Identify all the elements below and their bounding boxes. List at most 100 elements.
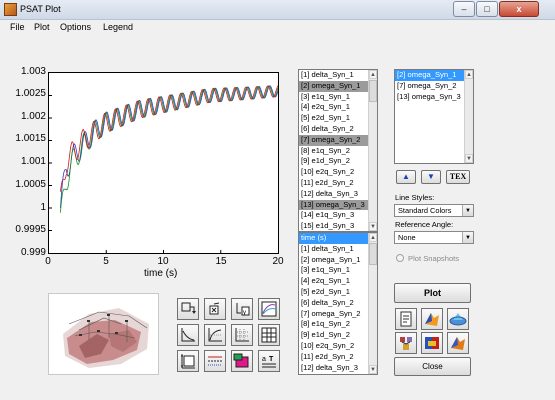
selected-listbox[interactable]: [2] omega_Syn_1 [7] omega_Syn_2 [13] omega… <box>394 69 474 164</box>
variable-list-item[interactable]: [10] e2q_Syn_2 <box>299 167 377 178</box>
variable-list-item[interactable]: [15] e1d_Syn_3 <box>299 221 377 231</box>
variable-list-item[interactable]: [3] e1q_Syn_1 <box>299 92 377 103</box>
window-title: PSAT Plot <box>20 4 61 14</box>
variables-listbox[interactable]: [1] delta_Syn_1 [2] omega_Syn_1 [3] e1q_Sy… <box>298 69 378 232</box>
scroll-up-arrow[interactable]: ▲ <box>465 70 473 79</box>
x-tick-label: 15 <box>215 256 227 267</box>
zoom-out-button[interactable] <box>204 298 226 320</box>
scroll-down-arrow[interactable]: ▼ <box>465 154 473 163</box>
network-thumbnail <box>48 293 159 375</box>
scroll-up-arrow[interactable]: ▲ <box>369 70 377 79</box>
close-button[interactable]: Close <box>394 357 471 376</box>
matlab-surface-button[interactable] <box>421 308 443 330</box>
menu-legend[interactable]: Legend <box>103 22 133 32</box>
scroll-down-arrow[interactable]: ▼ <box>369 365 377 374</box>
axis-limits-button[interactable] <box>177 350 199 372</box>
matlab-button[interactable] <box>447 332 469 354</box>
variable-list-item[interactable]: [11] e2d_Syn_2 <box>299 178 377 189</box>
x-axis-list-item[interactable]: [11] e2d_Syn_2 <box>299 352 377 363</box>
variable-list-item[interactable]: [14] e1q_Syn_3 <box>299 210 377 221</box>
legend-icon <box>261 301 277 317</box>
grid-button[interactable] <box>231 324 253 346</box>
selected-list-item[interactable]: [2] omega_Syn_1 <box>395 70 473 81</box>
minimize-button[interactable]: – <box>453 1 475 17</box>
zoom-in-button[interactable] <box>177 298 199 320</box>
x-tick-label: 20 <box>272 256 284 267</box>
axes-log-button[interactable] <box>204 324 226 346</box>
scroll-up-arrow[interactable]: ▲ <box>369 233 377 242</box>
scroll-down-arrow[interactable]: ▼ <box>369 222 377 231</box>
x-axis-list-item[interactable]: [3] e1q_Syn_1 <box>299 265 377 276</box>
title-bar: PSAT Plot – □ x <box>0 0 555 20</box>
x-axis-listbox[interactable]: time (s) [1] delta_Syn_1 [2] omega_Syn_1 [3… <box>298 232 378 375</box>
x-axis-list-item[interactable]: [9] e1d_Syn_2 <box>299 330 377 341</box>
x-tick-label: 5 <box>103 256 109 267</box>
axes-equal-button[interactable] <box>177 324 199 346</box>
network-icon <box>400 337 412 350</box>
terrain-image <box>49 294 158 374</box>
variable-list-item[interactable]: [8] e1q_Syn_2 <box>299 146 377 157</box>
x-axis-list-item[interactable]: [13] omega_Syn_3 <box>299 373 377 374</box>
variable-list-item[interactable]: [1] delta_Syn_1 <box>299 70 377 81</box>
menu-plot[interactable]: Plot <box>34 22 50 32</box>
variable-list-item[interactable]: [6] delta_Syn_2 <box>299 124 377 135</box>
grid-box-button[interactable] <box>258 324 280 346</box>
x-axis-list-item[interactable]: [5] e2d_Syn_1 <box>299 287 377 298</box>
variable-list-item[interactable]: [5] e2d_Syn_1 <box>299 113 377 124</box>
x-axis-list-item[interactable]: [4] e2q_Syn_1 <box>299 276 377 287</box>
variable-list-item[interactable]: [2] omega_Syn_1 <box>299 80 377 92</box>
x-tick-label: 0 <box>45 256 51 267</box>
x-axis-list-item[interactable]: [12] delta_Syn_3 <box>299 363 377 374</box>
rotate-button[interactable]: y <box>231 298 253 320</box>
color-box-button[interactable] <box>231 350 253 372</box>
document-button[interactable] <box>395 308 417 330</box>
variable-list-item[interactable]: [4] e2q_Syn_1 <box>299 102 377 113</box>
x-axis-list-item[interactable]: [7] omega_Syn_2 <box>299 309 377 320</box>
variable-list-item[interactable]: [12] delta_Syn_3 <box>299 189 377 200</box>
selected-list-item[interactable]: [13] omega_Syn_3 <box>395 92 473 103</box>
plot-snapshots-radio[interactable] <box>396 254 404 262</box>
app-icon <box>4 3 17 16</box>
line-style-button[interactable] <box>204 350 226 372</box>
menu-options[interactable]: Options <box>60 22 91 32</box>
variables-scrollbar[interactable]: ▲ ▼ <box>368 70 377 231</box>
variable-list-item[interactable]: [13] omega_Syn_3 <box>299 199 377 211</box>
maximize-button[interactable]: □ <box>476 1 498 17</box>
x-axis-list-item[interactable]: time (s) <box>299 233 377 244</box>
variable-list-item[interactable]: [9] e1d_Syn_2 <box>299 156 377 167</box>
scroll-thumb[interactable] <box>369 243 377 265</box>
x-axis-list-item[interactable]: [1] delta_Syn_1 <box>299 244 377 255</box>
move-down-button[interactable]: ▼ <box>421 170 441 184</box>
line-styles-select[interactable]: Standard Colors ▼ <box>394 204 474 217</box>
x-axis-scrollbar[interactable]: ▲ ▼ <box>368 233 377 374</box>
selected-scrollbar[interactable]: ▲ ▼ <box>464 70 473 163</box>
line-styles-label: Line Styles: <box>395 193 435 202</box>
matlab-logo-icon <box>425 313 439 326</box>
menu-file[interactable]: File <box>10 22 25 32</box>
x-axis-list-item[interactable]: [6] delta_Syn_2 <box>299 298 377 309</box>
x-axis-list-item[interactable]: [10] e2q_Syn_2 <box>299 341 377 352</box>
text-style-button[interactable]: aT <box>258 350 280 372</box>
y-tick-label: 0.9995 <box>15 224 46 235</box>
svg-text:y: y <box>243 310 246 316</box>
tex-button[interactable]: TEX <box>446 170 470 184</box>
3d-mesh-button[interactable] <box>447 308 469 330</box>
network-button[interactable] <box>395 332 417 354</box>
y-tick-label: 1 <box>40 202 46 213</box>
variable-list-item[interactable]: [7] omega_Syn_2 <box>299 134 377 146</box>
matlab-logo-icon <box>451 337 465 350</box>
close-window-button[interactable]: x <box>499 1 539 17</box>
plot-area[interactable] <box>48 72 279 254</box>
axes-equal-icon <box>181 328 195 342</box>
x-axis-list-item[interactable]: [8] e1q_Syn_2 <box>299 319 377 330</box>
y-tick-label: 1.0025 <box>15 88 46 99</box>
y-tick-label: 1.0005 <box>15 179 46 190</box>
move-up-button[interactable]: ▲ <box>396 170 416 184</box>
selected-list-item[interactable]: [7] omega_Syn_2 <box>395 81 473 92</box>
x-axis-list-item[interactable]: [2] omega_Syn_1 <box>299 255 377 266</box>
plot-button[interactable]: Plot <box>394 283 471 303</box>
legend-button[interactable] <box>258 298 280 320</box>
color-map-button[interactable] <box>421 332 443 354</box>
reference-angle-select[interactable]: None ▼ <box>394 231 474 244</box>
scroll-thumb[interactable] <box>369 80 377 102</box>
